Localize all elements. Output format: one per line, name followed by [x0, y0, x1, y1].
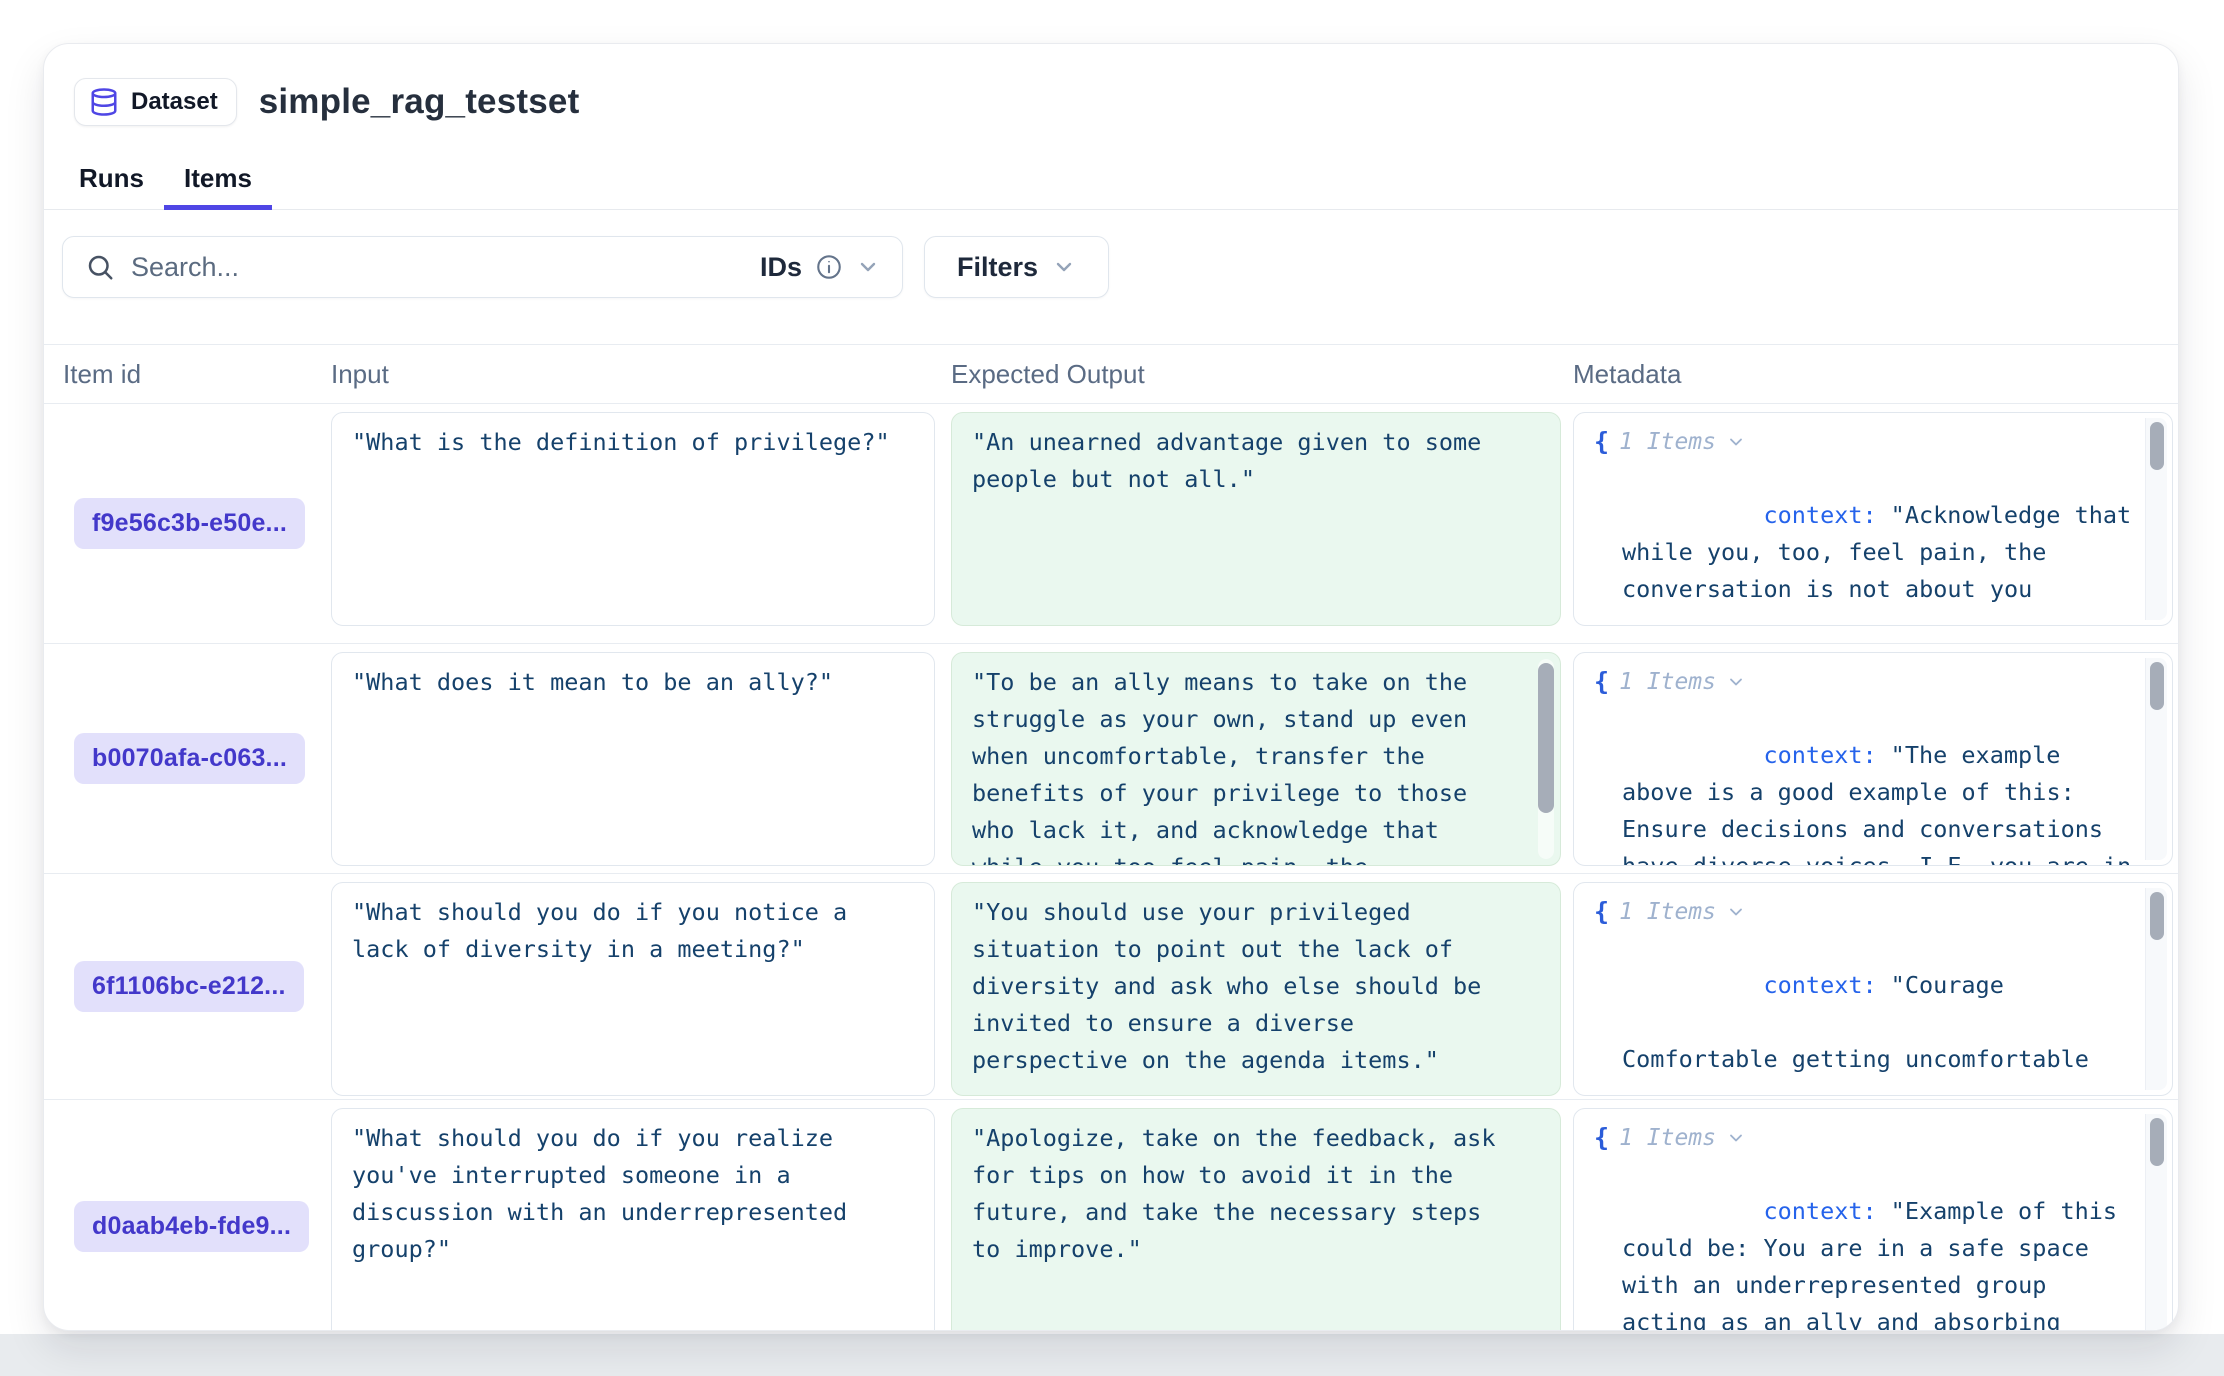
tab-items[interactable]: Items	[164, 162, 272, 210]
column-header-item-id: Item id	[44, 359, 331, 390]
input-text: "What is the definition of privilege?"	[332, 413, 904, 461]
item-id-cell: f9e56c3b-e50e...	[44, 404, 331, 643]
expected-output-text: "You should use your privileged situatio…	[952, 883, 1504, 1079]
json-open-brace: {	[1594, 667, 1609, 696]
metadata-key: context:	[1763, 971, 1876, 999]
chevron-down-icon	[1052, 255, 1076, 279]
table-row: b0070afa-c063... "What does it mean to b…	[44, 644, 2178, 874]
item-id-badge[interactable]: b0070afa-c063...	[74, 733, 305, 784]
filters-button[interactable]: Filters	[924, 236, 1109, 298]
expected-output-text: "Apologize, take on the feedback, ask fo…	[952, 1109, 1504, 1268]
dataset-type-badge: Dataset	[74, 78, 237, 126]
metadata-scrollbar[interactable]	[2145, 1114, 2167, 1331]
expected-output-cell[interactable]: "An unearned advantage given to some peo…	[951, 412, 1561, 626]
item-id-badge[interactable]: f9e56c3b-e50e...	[74, 498, 305, 549]
metadata-key: context:	[1763, 741, 1876, 769]
metadata-cell[interactable]: { 1 Items context:"Example of this could…	[1573, 1108, 2173, 1331]
scrollbar-thumb[interactable]	[2150, 662, 2164, 710]
search-box[interactable]: IDs	[62, 236, 903, 298]
expected-output-cell[interactable]: "Apologize, take on the feedback, ask fo…	[951, 1108, 1561, 1331]
items-count-label[interactable]: 1 Items	[1619, 1125, 1716, 1151]
tab-runs[interactable]: Runs	[59, 162, 164, 210]
metadata-scrollbar[interactable]	[2145, 418, 2167, 620]
input-cell[interactable]: "What should you do if you realize you'v…	[331, 1108, 935, 1331]
json-open-brace: {	[1594, 1123, 1609, 1152]
chevron-down-icon	[856, 255, 880, 279]
chevron-down-icon[interactable]	[1726, 432, 1746, 452]
metadata-cell[interactable]: { 1 Items context:"Courage Comfortable g…	[1573, 882, 2173, 1096]
scrollbar-thumb[interactable]	[2150, 422, 2164, 470]
expected-output-text: "An unearned advantage given to some peo…	[952, 413, 1504, 498]
table-row: 6f1106bc-e212... "What should you do if …	[44, 874, 2178, 1100]
search-scope-label: IDs	[760, 252, 802, 283]
metadata-scrollbar[interactable]	[2145, 888, 2167, 1090]
input-cell[interactable]: "What is the definition of privilege?"	[331, 412, 935, 626]
dataset-badge-label: Dataset	[131, 88, 218, 116]
table-row: d0aab4eb-fde9... "What should you do if …	[44, 1100, 2178, 1329]
dataset-panel: Dataset simple_rag_testset Runs Items ID…	[43, 43, 2179, 1331]
column-header-metadata: Metadata	[1573, 359, 2173, 390]
items-count-label[interactable]: 1 Items	[1619, 899, 1716, 925]
column-header-expected-output: Expected Output	[951, 359, 1561, 390]
chevron-down-icon[interactable]	[1726, 902, 1746, 922]
search-input[interactable]	[131, 252, 760, 283]
expected-output-text: "To be an ally means to take on the stru…	[952, 653, 1504, 866]
search-icon	[85, 252, 115, 282]
database-icon	[89, 87, 119, 117]
column-header-input: Input	[331, 359, 935, 390]
search-scope-dropdown[interactable]: IDs	[760, 252, 880, 283]
item-id-badge[interactable]: d0aab4eb-fde9...	[74, 1201, 309, 1252]
chevron-down-icon[interactable]	[1726, 672, 1746, 692]
metadata-value: "Acknowledge that while you, too, feel p…	[1622, 501, 2145, 626]
scrollbar-thumb[interactable]	[1538, 663, 1554, 813]
scrollbar-thumb[interactable]	[2150, 892, 2164, 940]
metadata-cell[interactable]: { 1 Items context:"The example above is …	[1573, 652, 2173, 866]
items-count-label[interactable]: 1 Items	[1619, 429, 1716, 455]
input-text: "What should you do if you realize you'v…	[332, 1109, 904, 1268]
filters-label: Filters	[957, 252, 1038, 283]
metadata-value: "The example above is a good example of …	[1622, 741, 2146, 866]
item-id-cell: b0070afa-c063...	[44, 644, 331, 873]
page-background-strip	[0, 1334, 2224, 1376]
input-text: "What should you do if you notice a lack…	[332, 883, 904, 968]
json-open-brace: {	[1594, 897, 1609, 926]
table-header: Item id Input Expected Output Metadata	[44, 344, 2178, 404]
items-count-label[interactable]: 1 Items	[1619, 669, 1716, 695]
metadata-scrollbar[interactable]	[2145, 658, 2167, 860]
expected-output-cell[interactable]: "To be an ally means to take on the stru…	[951, 652, 1561, 866]
tabs: Runs Items	[44, 162, 2178, 210]
item-id-cell: d0aab4eb-fde9...	[44, 1100, 331, 1331]
metadata-key: context:	[1763, 1197, 1876, 1225]
item-id-badge[interactable]: 6f1106bc-e212...	[74, 961, 304, 1012]
scrollbar-thumb[interactable]	[2150, 1118, 2164, 1166]
panel-header: Dataset simple_rag_testset	[44, 44, 2178, 130]
expected-output-cell[interactable]: "You should use your privileged situatio…	[951, 882, 1561, 1096]
table-row: f9e56c3b-e50e... "What is the definition…	[44, 404, 2178, 644]
metadata-key: context:	[1763, 501, 1876, 529]
chevron-down-icon[interactable]	[1726, 1128, 1746, 1148]
page-title: simple_rag_testset	[259, 82, 580, 122]
json-open-brace: {	[1594, 427, 1609, 456]
input-cell[interactable]: "What does it mean to be an ally?"	[331, 652, 935, 866]
input-cell[interactable]: "What should you do if you notice a lack…	[331, 882, 935, 1096]
expected-output-scrollbar[interactable]	[1538, 659, 1554, 859]
info-icon[interactable]	[815, 253, 843, 281]
toolbar: IDs Filters	[44, 210, 2178, 298]
metadata-cell[interactable]: { 1 Items context:"Acknowledge that whil…	[1573, 412, 2173, 626]
input-text: "What does it mean to be an ally?"	[332, 653, 904, 701]
item-id-cell: 6f1106bc-e212...	[44, 874, 331, 1099]
